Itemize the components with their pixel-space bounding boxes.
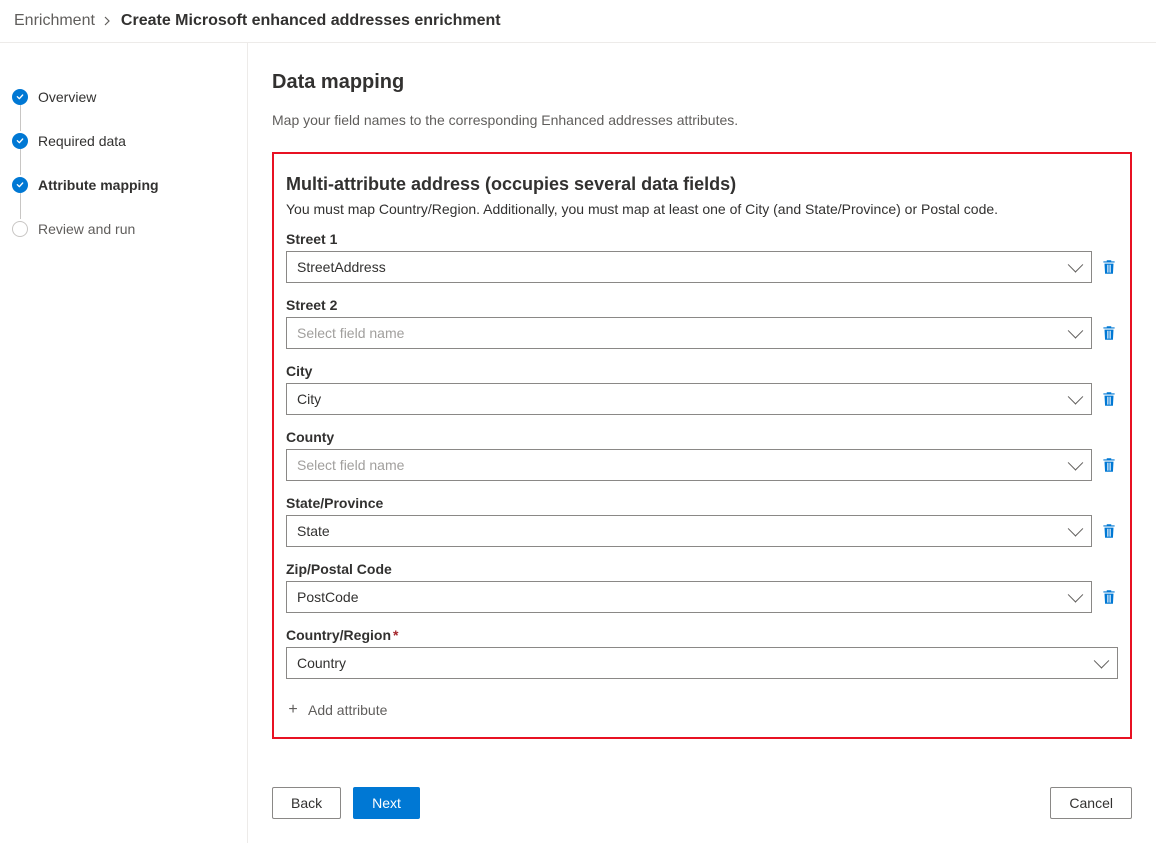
trash-icon[interactable] [1100,258,1118,276]
field-label: Country/Region* [286,627,1118,643]
field-group: Zip/Postal Code PostCode [286,561,1118,613]
plus-icon: + [286,701,300,719]
next-button[interactable]: Next [353,787,420,819]
trash-icon[interactable] [1100,390,1118,408]
field-select[interactable]: Select field name [286,317,1092,349]
chevron-right-icon [103,13,113,29]
card-desc: You must map Country/Region. Additionall… [286,201,1118,217]
field-group: State/Province State [286,495,1118,547]
field-group: Street 1 StreetAddress [286,231,1118,283]
add-attribute-label: Add attribute [308,702,387,718]
wizard-step-label: Attribute mapping [38,177,159,193]
section-subtitle: Map your field names to the correspondin… [272,112,1132,128]
wizard-step-3[interactable]: Review and run [12,207,247,251]
trash-icon[interactable] [1100,456,1118,474]
field-label: City [286,363,1118,379]
breadcrumb-current: Create Microsoft enhanced addresses enri… [121,12,501,30]
field-select[interactable]: Select field name [286,449,1092,481]
main-content: Data mapping Map your field names to the… [248,43,1156,843]
wizard-step-2[interactable]: Attribute mapping [12,163,247,207]
breadcrumb-root[interactable]: Enrichment [14,12,95,30]
field-select[interactable]: StreetAddress [286,251,1092,283]
wizard-step-label: Overview [38,89,96,105]
section-title: Data mapping [272,71,1132,94]
wizard-step-label: Review and run [38,221,135,237]
wizard-step-1[interactable]: Required data [12,119,247,163]
check-circle-icon [12,177,28,193]
field-label: State/Province [286,495,1118,511]
cancel-button[interactable]: Cancel [1050,787,1132,819]
field-group: County Select field name [286,429,1118,481]
field-label: County [286,429,1118,445]
card-title: Multi-attribute address (occupies severa… [286,174,1118,195]
circle-icon [12,221,28,237]
multi-attribute-card: Multi-attribute address (occupies severa… [272,152,1132,739]
wizard-steps: Overview Required data Attribute mapping Re… [0,43,248,843]
field-group: City City [286,363,1118,415]
field-group: Street 2 Select field name [286,297,1118,349]
field-select[interactable]: Country [286,647,1118,679]
check-circle-icon [12,133,28,149]
breadcrumb: Enrichment Create Microsoft enhanced add… [0,0,1156,43]
required-indicator: * [393,627,398,643]
back-button[interactable]: Back [272,787,341,819]
trash-icon[interactable] [1100,588,1118,606]
field-label: Street 2 [286,297,1118,313]
wizard-step-0[interactable]: Overview [12,75,247,119]
field-label: Zip/Postal Code [286,561,1118,577]
field-select[interactable]: State [286,515,1092,547]
wizard-footer: Back Next Cancel [272,771,1132,819]
field-select[interactable]: City [286,383,1092,415]
field-label: Street 1 [286,231,1118,247]
add-attribute-button[interactable]: + Add attribute [286,693,1118,727]
trash-icon[interactable] [1100,324,1118,342]
field-group: Country/Region* Country [286,627,1118,679]
wizard-step-label: Required data [38,133,126,149]
check-circle-icon [12,89,28,105]
trash-icon[interactable] [1100,522,1118,540]
field-select[interactable]: PostCode [286,581,1092,613]
